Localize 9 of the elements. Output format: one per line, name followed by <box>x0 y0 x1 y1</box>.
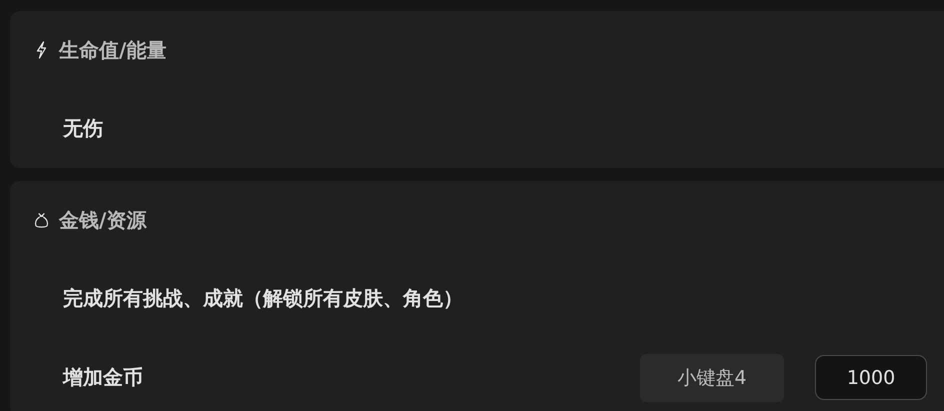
cheat-label: 完成所有挑战、成就（解锁所有皮肤、角色） <box>63 285 464 312</box>
section-title: 生命值/能量 <box>59 36 166 64</box>
money-bag-icon <box>34 211 49 229</box>
cheat-label: 增加金币 <box>63 364 144 391</box>
cheat-label: 无伤 <box>63 115 104 142</box>
section-title: 金钱/资源 <box>59 206 146 234</box>
lightning-icon <box>34 41 49 59</box>
amount-field[interactable]: 1000 <box>815 355 927 400</box>
hotkey-button[interactable]: 小键盘4 <box>640 354 784 402</box>
